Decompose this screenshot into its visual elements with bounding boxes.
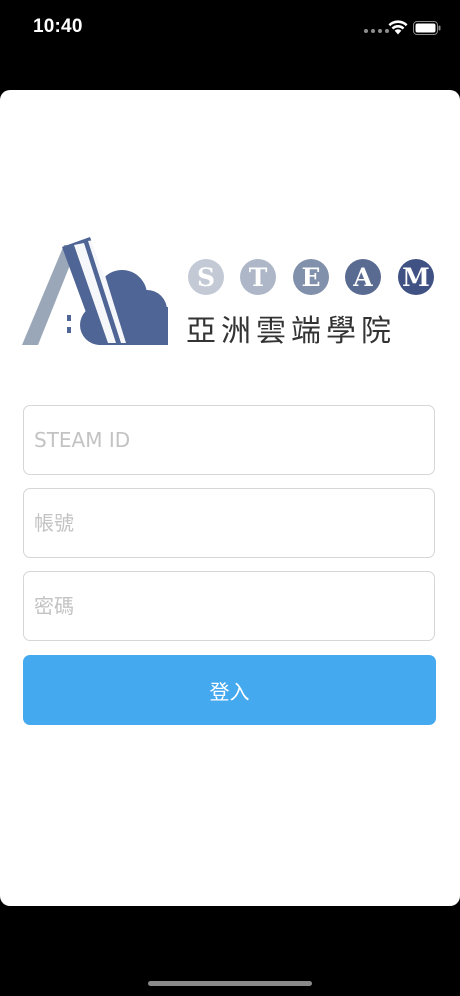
login-sheet: S T E A M 亞洲雲端學院 登入 bbox=[0, 90, 460, 906]
password-input[interactable] bbox=[24, 572, 434, 640]
logo-letter-t: T bbox=[249, 263, 268, 292]
logo-letter-m: M bbox=[402, 263, 430, 292]
logo-chinese-name: 亞洲雲端學院 bbox=[186, 314, 396, 349]
cellular-signal-icon bbox=[364, 29, 389, 33]
status-bar: 10:40 bbox=[0, 0, 460, 56]
account-field[interactable] bbox=[23, 488, 435, 558]
login-button[interactable]: 登入 bbox=[23, 655, 436, 725]
steam-id-input[interactable] bbox=[24, 406, 434, 474]
logo-letter-e: E bbox=[301, 263, 320, 292]
logo-letter-s: S bbox=[197, 263, 215, 292]
account-input[interactable] bbox=[24, 489, 434, 557]
steam-letter-circles: S T E A M bbox=[188, 259, 434, 295]
home-indicator[interactable] bbox=[148, 981, 312, 986]
battery-icon bbox=[413, 21, 441, 35]
status-time: 10:40 bbox=[33, 16, 83, 37]
steam-academy-logo: S T E A M 亞洲雲端學院 bbox=[22, 237, 434, 349]
password-field[interactable] bbox=[23, 571, 435, 641]
logo-letter-a: A bbox=[352, 263, 373, 292]
login-button-label: 登入 bbox=[209, 679, 250, 704]
steam-id-field[interactable] bbox=[23, 405, 435, 475]
wifi-icon bbox=[388, 20, 408, 35]
